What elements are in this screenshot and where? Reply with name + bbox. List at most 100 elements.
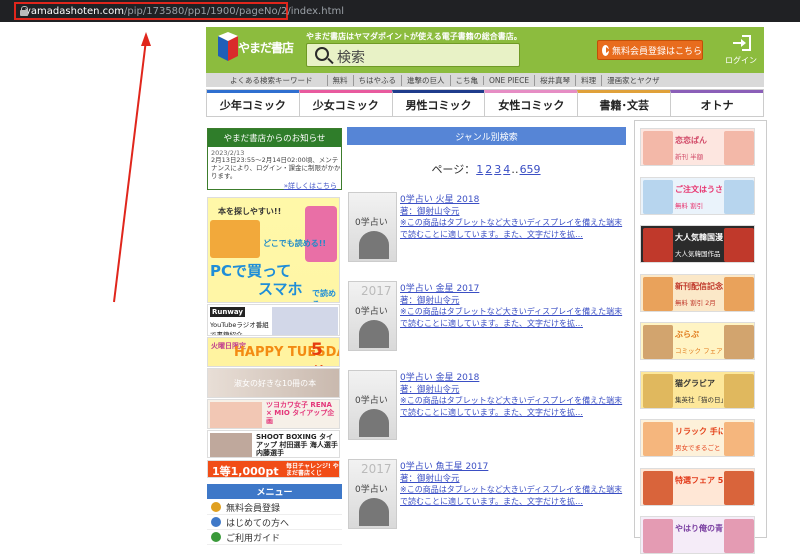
banner-text: 5倍 (311, 340, 328, 366)
banner-text: 新刊 半額 (675, 153, 704, 161)
book-cover[interactable]: 0学占い (348, 370, 397, 440)
notice-title: やまだ書店からのお知らせ (208, 129, 341, 147)
banner-image (643, 325, 673, 359)
book-cover[interactable]: 2017 0学占い (348, 281, 397, 351)
banner-image (724, 470, 754, 505)
book-description-link[interactable]: ※この商品はタブレットなど大きいディスプレイを備えた端末で読むことに適しています… (400, 395, 628, 419)
banner-image (724, 228, 754, 262)
genre-search-header[interactable]: ジャンル別検索 (347, 127, 626, 145)
right-banner[interactable]: ご注文はうさぎですか? 無料 割引 (640, 176, 755, 215)
banner-text: リラック 手にしたい 30%OFF (675, 427, 723, 436)
url-field[interactable]: yamadashoten.com/pip/173580/pp1/1900/pag… (14, 2, 344, 20)
book-title-link[interactable]: 0学占い 金星 2017 (400, 281, 479, 294)
tab-men-comic[interactable]: 男性コミック (391, 90, 485, 116)
happy-tuesday-banner[interactable]: 火曜日限定 HAPPY TUESDAY 5倍 (207, 337, 340, 367)
pagination: ページ：1 2 3 4‥659 (347, 161, 626, 177)
menu-item-first-time[interactable]: はじめての方へ (207, 515, 342, 530)
book-title-link[interactable]: 0学占い 魚王星 2017 (400, 459, 488, 472)
book-cover[interactable]: 2017 0学占い (348, 459, 397, 529)
tab-shojo-comic[interactable]: 少女コミック (298, 90, 392, 116)
banner-image (643, 276, 673, 311)
keyword-link[interactable]: こち亀 (449, 74, 484, 86)
banner-text: SHOOT BOXING タイアップ 村田選手 海人選手 内藤選手 (256, 433, 338, 457)
banner-text: 本を探しやすい!! (218, 207, 282, 216)
book-author-link[interactable]: 著：御射山令元 (400, 472, 460, 484)
keyword-link[interactable]: 無料 (326, 74, 353, 86)
banner-text: ツヨカワ女子 RENA × MIO タイアップ企画 (266, 401, 335, 425)
runway-youtube-banner[interactable]: Runway YouTubeラジオ番組で書籍紹介 (207, 304, 340, 336)
login-icon (733, 35, 751, 51)
tab-books-literature[interactable]: 書籍･文芸 (577, 90, 671, 116)
keyword-link[interactable]: 漫画家とヤクザ (601, 74, 665, 86)
book-title-link[interactable]: 0学占い 火星 2018 (400, 192, 479, 205)
shoot-boxing-banner[interactable]: SHOOT BOXING タイアップ 村田選手 海人選手 内藤選手 (207, 430, 340, 458)
banner-text: ぶらぷ (675, 330, 699, 339)
banner-image (724, 422, 754, 456)
keywords-title: よくある検索キーワード (230, 75, 313, 85)
right-banner[interactable]: やはり俺の青春ラブコメは (640, 516, 755, 554)
banner-image (643, 470, 673, 505)
tab-women-comic[interactable]: 女性コミック (484, 90, 578, 116)
banner-text: スマホ (258, 280, 303, 298)
book-logo-icon (218, 32, 238, 61)
right-banner[interactable]: 恋恋ぱん 新刊 半額 (640, 128, 755, 166)
banner-text: 無料 割引 2月 (675, 298, 716, 307)
pc-illustration (210, 220, 260, 258)
site-tagline: やまだ書店はヤマダポイントが使える電子書籍の総合書店。 (306, 32, 522, 41)
book-title-link[interactable]: 0学占い 金星 2018 (400, 370, 479, 383)
site-logo[interactable]: やまだ書店 (216, 32, 300, 64)
tab-shonen-comic[interactable]: 少年コミック (207, 90, 299, 116)
menu-item-label: 無料会員登録 (226, 503, 281, 514)
book-description-link[interactable]: ※この商品はタブレットなど大きいディスプレイを備えた端末で読むことに適しています… (400, 306, 628, 330)
lottery-banner[interactable]: 1等1,000pt 毎日チャレンジ! やまだ書店くじ (207, 460, 340, 478)
login-label: ログイン (725, 56, 757, 65)
keyword-link[interactable]: ちはやふる (352, 74, 402, 86)
book-item: 2017 0学占い 0学占い 金星 2017 著：御射山令元 ※この商品はタブレッ… (348, 281, 627, 363)
book-author-link[interactable]: 著：御射山令元 (400, 205, 460, 217)
banner-image (724, 373, 754, 408)
banner-text: 大人気韓国作品 多数 (675, 250, 723, 258)
guide-icon (211, 532, 221, 542)
page-link[interactable]: 2 (485, 163, 492, 176)
free-signup-button[interactable]: 無料会員登録はこちら (597, 40, 703, 60)
book-description-link[interactable]: ※この商品はタブレットなど大きいディスプレイを備えた端末で読むことに適しています… (400, 217, 628, 241)
keyword-link[interactable]: 進撃の巨人 (401, 74, 450, 86)
right-banner[interactable]: 特選フェア 50%OFF (640, 467, 755, 506)
beginner-icon (211, 517, 221, 527)
pc-smartphone-banner[interactable]: 本を探しやすい!! どこでも読める!! PCで買って スマホ で読める (207, 197, 340, 303)
book-author-link[interactable]: 著：御射山令元 (400, 383, 460, 395)
tsuyokawa-banner[interactable]: ツヨカワ女子 RENA × MIO タイアップ企画 (207, 399, 340, 429)
banner-text: 恋恋ぱん (675, 136, 707, 145)
signup-label: 無料会員登録はこちら (611, 46, 702, 57)
login-button[interactable]: ログイン (721, 33, 761, 69)
right-banner[interactable]: 大人気韓国漫画大人気韓国作品 多数 (640, 225, 755, 263)
tab-adult[interactable]: オトナ (670, 90, 763, 116)
book-description-link[interactable]: ※この商品はタブレットなど大きいディスプレイを備えた端末で読むことに適しています… (400, 484, 628, 508)
banner-image (643, 228, 673, 262)
book-cover[interactable]: 0学占い (348, 192, 397, 262)
book-author-link[interactable]: 著：御射山令元 (400, 294, 460, 306)
ten-books-banner[interactable]: 淑女の好きな10冊の本 (207, 368, 340, 398)
page-link[interactable]: 3 (494, 163, 501, 176)
right-banner[interactable]: 新刊配信記念 無料 割引 2月 (640, 273, 755, 312)
right-banner[interactable]: ぶらぷ コミック フェア (640, 322, 755, 360)
keyword-link[interactable]: 桜井真琴 (534, 74, 575, 86)
banner-text: 無料 割引 (675, 201, 704, 210)
banner-text: 集英社「猫の日」記念! 20%OFF (675, 395, 723, 404)
right-banner[interactable]: 猫グラビア集英社「猫の日」記念! 20%OFF (640, 370, 755, 409)
search-placeholder: 検索 (337, 50, 365, 66)
notice-more-link[interactable]: »詳しくはこちら (284, 181, 337, 191)
menu-item-free-signup[interactable]: 無料会員登録 (207, 500, 342, 515)
page-link-current[interactable]: 1 (476, 163, 483, 176)
site-header: やまだ書店 やまだ書店はヤマダポイントが使える電子書籍の総合書店。 検索 無料会… (206, 27, 764, 73)
keyword-link[interactable]: ONE PIECE (483, 75, 534, 85)
banner-image (724, 276, 754, 311)
banner-image (724, 131, 754, 165)
right-banner[interactable]: リラック 手にしたい 30%OFF 男女でまるごと (640, 419, 755, 457)
search-input[interactable]: 検索 (306, 43, 520, 67)
keyword-link[interactable]: 料理 (575, 74, 601, 86)
url-path: /pip/173580/pp1/1900/pageNo/2/index.html (124, 5, 345, 17)
banner-text: で読める (312, 289, 336, 302)
page-link[interactable]: 4 (503, 163, 510, 176)
page-link-last[interactable]: 659 (520, 163, 541, 176)
